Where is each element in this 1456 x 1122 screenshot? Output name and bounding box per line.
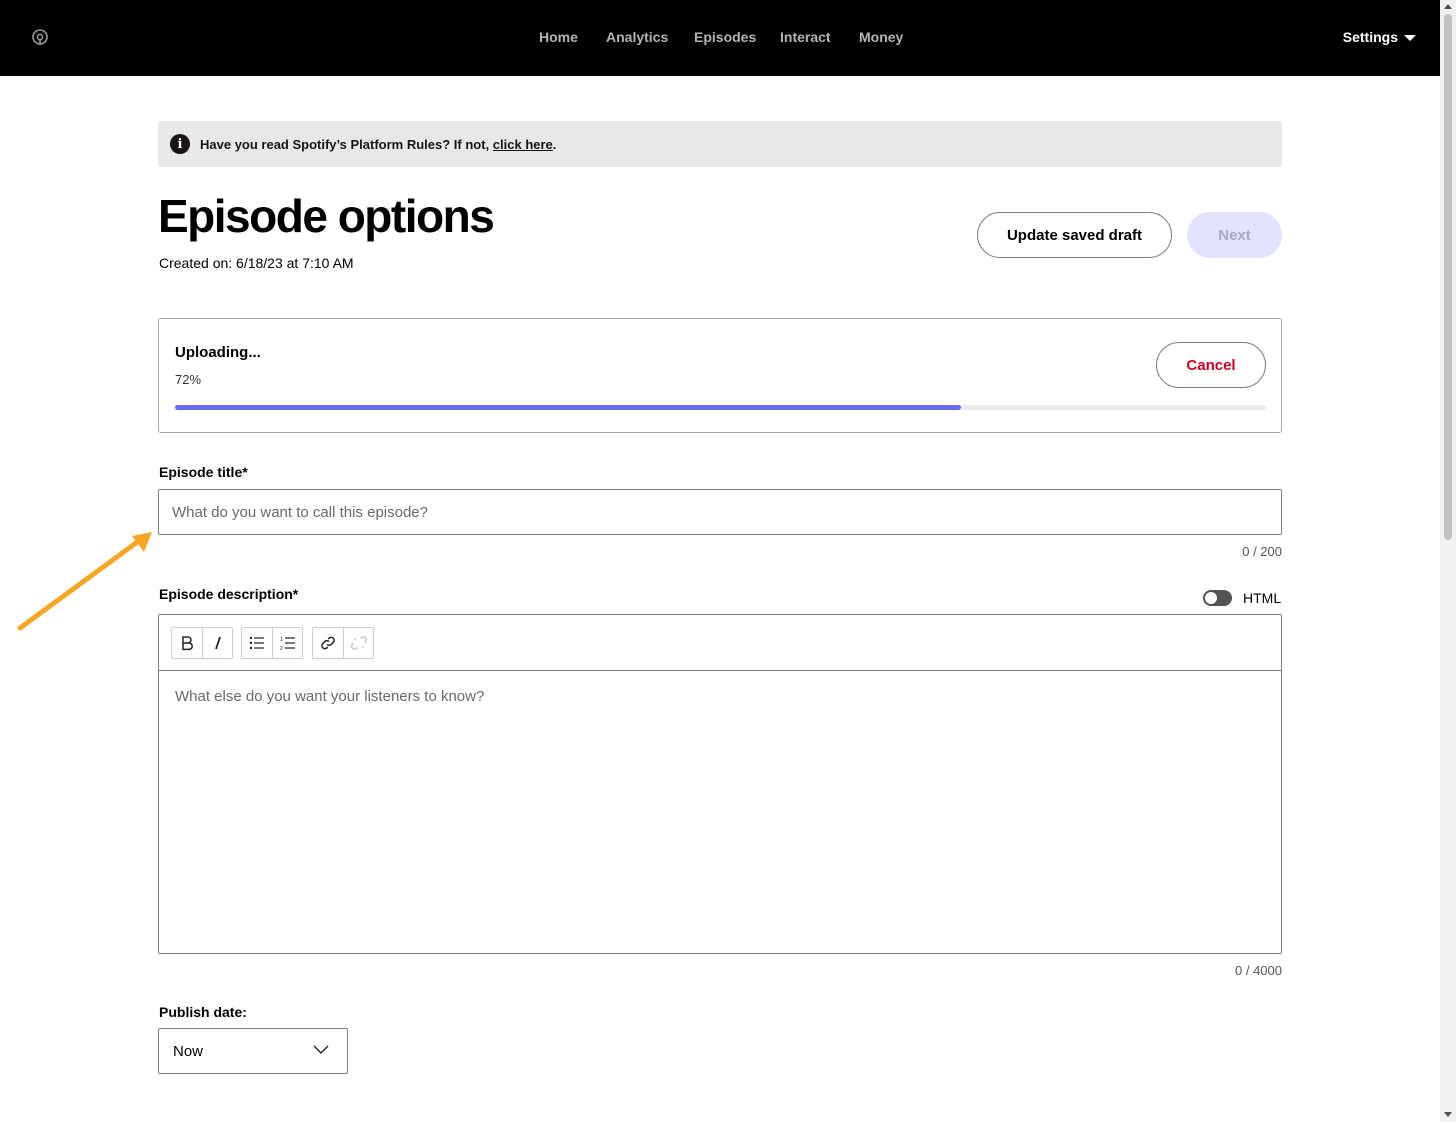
annotation-arrow-icon [17, 532, 152, 631]
list-group: 12 [241, 627, 303, 659]
publish-date-value: Now [173, 1042, 204, 1060]
description-char-counter: 0 / 4000 [1235, 963, 1282, 978]
platform-rules-banner: i Have you read Spotify’s Platform Rules… [158, 121, 1282, 167]
bold-icon[interactable] [172, 628, 202, 658]
nav-money[interactable]: Money [859, 29, 903, 45]
chevron-down-icon [313, 1045, 329, 1054]
episode-title-input[interactable] [158, 489, 1282, 535]
platform-rules-link[interactable]: click here [493, 137, 553, 152]
page-title: Episode options [158, 190, 495, 242]
upload-progress-card: Uploading... 72% Cancel [158, 318, 1282, 433]
toggle-switch[interactable] [1203, 590, 1232, 606]
banner-suffix: . [552, 136, 557, 152]
nav-episodes[interactable]: Episodes [694, 29, 756, 45]
banner-message: Have you read Spotify’s Platform Rules? … [200, 136, 493, 152]
publish-date-select[interactable]: Now [158, 1028, 348, 1074]
info-icon: i [170, 134, 190, 154]
publish-date-label: Publish date: [159, 1004, 247, 1020]
editor-toolbar: 12 [159, 615, 1281, 671]
nav-home[interactable]: Home [539, 29, 578, 45]
html-toggle-label: HTML [1243, 590, 1282, 606]
created-date: Created on: 6/18/23 at 7:10 AM [159, 255, 354, 271]
svg-text:1: 1 [280, 637, 283, 643]
scrollbar-thumb[interactable] [1444, 14, 1452, 540]
unlink-icon[interactable] [343, 628, 373, 658]
upload-progress-bar [175, 405, 1266, 410]
description-editor: 12 What else do you want your listeners … [158, 614, 1282, 954]
nav-interact[interactable]: Interact [780, 29, 831, 45]
description-placeholder[interactable]: What else do you want your listeners to … [175, 688, 484, 705]
next-button[interactable]: Next [1187, 212, 1282, 258]
italic-icon[interactable] [202, 628, 232, 658]
toggle-knob [1205, 592, 1217, 604]
scroll-up-icon[interactable] [1444, 4, 1452, 9]
nav-analytics[interactable]: Analytics [606, 29, 668, 45]
link-icon[interactable] [313, 628, 343, 658]
upload-percent: 72% [175, 372, 202, 387]
episode-description-label: Episode description* [159, 586, 299, 602]
title-char-counter: 0 / 200 [1242, 544, 1282, 559]
scroll-down-icon[interactable] [1444, 1112, 1452, 1117]
main-nav: Home Analytics Episodes Interact Money [0, 0, 1440, 76]
numbered-list-icon[interactable]: 12 [272, 628, 302, 658]
bullet-list-icon[interactable] [242, 628, 272, 658]
format-group [171, 627, 233, 659]
settings-label: Settings [1342, 29, 1398, 45]
settings-menu[interactable]: Settings [1343, 29, 1416, 45]
cancel-upload-button[interactable]: Cancel [1156, 342, 1266, 388]
link-group [312, 627, 374, 659]
upload-progress-fill [175, 405, 961, 410]
caret-down-icon [1404, 35, 1416, 41]
banner-text: Have you read Spotify’s Platform Rules? … [200, 137, 556, 152]
update-draft-button[interactable]: Update saved draft [977, 212, 1172, 258]
svg-text:2: 2 [280, 646, 283, 651]
episode-title-label: Episode title* [159, 464, 248, 480]
upload-status: Uploading... [175, 344, 261, 361]
html-toggle[interactable]: HTML [1203, 590, 1281, 606]
top-nav-bar: Home Analytics Episodes Interact Money S… [0, 0, 1440, 76]
